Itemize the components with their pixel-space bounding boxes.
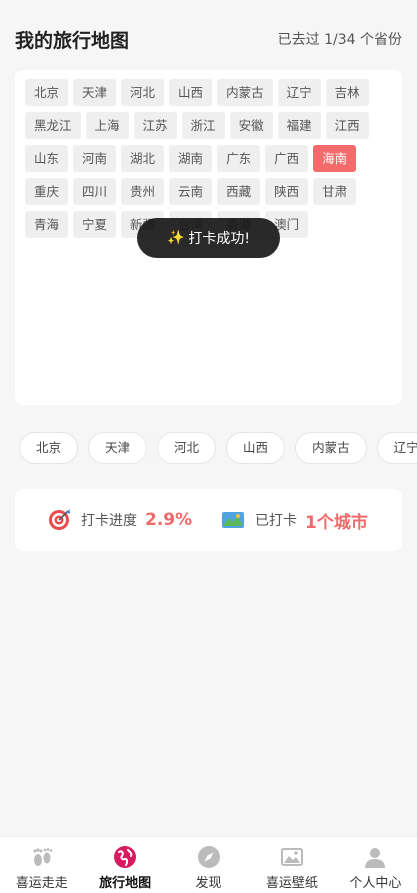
province-chip[interactable]: 江苏 [133, 112, 177, 139]
tab-wallpaper[interactable]: 喜运壁纸 [250, 837, 333, 893]
province-chip[interactable]: 河南 [73, 145, 117, 172]
person-icon [365, 848, 386, 868]
tab-label: 喜运走走 [15, 876, 68, 891]
province-chip[interactable]: 北京 [25, 79, 69, 106]
province-chip[interactable]: 浙江 [181, 112, 225, 139]
province-chip[interactable]: 福建 [277, 112, 321, 139]
footprint-icon [33, 848, 53, 866]
checkin-toast: ✨ 打卡成功! [137, 218, 280, 258]
target-icon [49, 509, 70, 530]
province-chip[interactable]: 广西 [265, 145, 309, 172]
province-chip[interactable]: 内蒙古 [217, 79, 273, 106]
tab-label: 发现 [195, 876, 222, 891]
checkin-label: 已打卡 [255, 513, 297, 529]
province-chip[interactable]: 上海 [85, 112, 129, 139]
tab-discover[interactable]: 发现 [167, 837, 250, 893]
province-chip[interactable]: 黑龙江 [25, 112, 81, 139]
tab-xiyun-walk[interactable]: 喜运走走 [0, 837, 83, 893]
province-chip[interactable]: 山东 [25, 145, 69, 172]
quick-city-row: 北京 天津 河北 山西 内蒙古 辽宁 [19, 432, 417, 464]
province-chip[interactable]: 甘肃 [313, 178, 357, 205]
province-chip[interactable]: 四川 [73, 178, 117, 205]
province-chip[interactable]: 湖北 [121, 145, 165, 172]
quick-city-pill[interactable]: 北京 [19, 432, 79, 464]
province-chip[interactable]: 西藏 [217, 178, 261, 205]
tab-profile[interactable]: 个人中心 [334, 837, 417, 893]
province-chip[interactable]: 辽宁 [277, 79, 321, 106]
quick-city-pill[interactable]: 河北 [157, 432, 217, 464]
image-icon [280, 848, 303, 866]
province-chip-grid: 北京 天津 河北 山西 内蒙古 辽宁 吉林黑龙江 上海 江苏 浙江 安徽 福建 江西山东 河南 湖北 湖南 广东… [25, 79, 397, 238]
toast-text: 打卡成功! [188, 231, 251, 247]
tab-label: 旅行地图 [99, 876, 152, 891]
province-chip[interactable]: 安徽 [229, 112, 273, 139]
visited-count: 已去过 1/34 个省份 [277, 32, 402, 48]
province-chip[interactable]: 吉林 [325, 79, 369, 106]
province-chip[interactable]: 江西 [325, 112, 369, 139]
progress-value: 2.9% [145, 510, 193, 530]
stats-card: 打卡进度 2.9% 已打卡 1个城市 [15, 489, 402, 551]
tab-label: 个人中心 [349, 876, 402, 891]
compass-icon [197, 846, 220, 868]
checkin-stat: 已打卡 1个城市 [221, 489, 368, 551]
province-chip[interactable]: 重庆 [25, 178, 69, 205]
province-chip[interactable]: 天津 [73, 79, 117, 106]
province-chip[interactable]: 湖南 [169, 145, 213, 172]
bottom-tab-bar: 喜运走走 旅行地图 发现 喜运壁纸 个人中心 [0, 836, 417, 893]
province-chip[interactable]: 广东 [217, 145, 261, 172]
checkin-value: 1个城市 [305, 512, 368, 533]
province-chip[interactable]: 青海 [25, 211, 69, 238]
quick-city-pill[interactable]: 山西 [226, 432, 286, 464]
tab-travel-map[interactable]: 旅行地图 [83, 837, 166, 893]
progress-stat: 打卡进度 2.9% [47, 489, 192, 551]
quick-city-pill[interactable]: 辽宁 [376, 432, 417, 464]
quick-city-pill[interactable]: 天津 [88, 432, 148, 464]
province-chip[interactable]: 贵州 [121, 178, 165, 205]
province-chip[interactable]: 山西 [169, 79, 213, 106]
province-chip[interactable]: 云南 [169, 178, 213, 205]
quick-city-pill[interactable]: 内蒙古 [295, 432, 367, 464]
page-title: 我的旅行地图 [15, 30, 130, 52]
progress-label: 打卡进度 [81, 513, 137, 529]
globe-icon [114, 846, 137, 868]
province-chip[interactable]: 宁夏 [73, 211, 117, 238]
province-chip[interactable]: 河北 [121, 79, 165, 106]
header: 我的旅行地图 已去过 1/34 个省份 [0, 0, 417, 70]
sparkle-icon: ✨ [166, 230, 185, 246]
province-chip[interactable]: 陕西 [265, 178, 309, 205]
map-icon [222, 512, 244, 528]
tab-label: 喜运壁纸 [265, 876, 318, 891]
province-chip[interactable]: 海南 [313, 145, 357, 172]
